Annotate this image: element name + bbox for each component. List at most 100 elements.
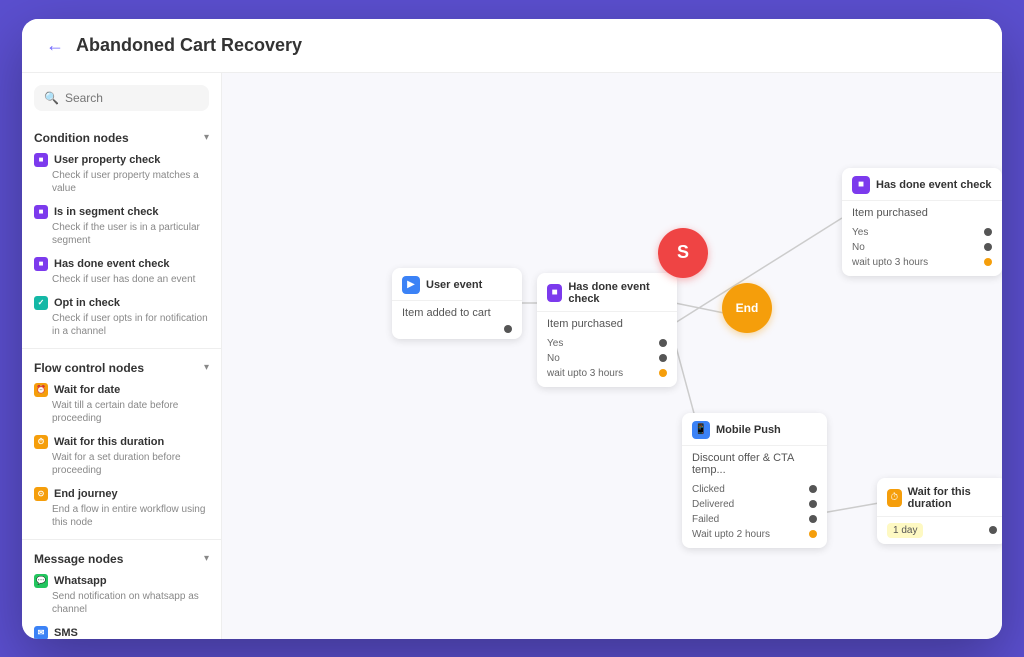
dot-wait-dur <box>989 526 997 534</box>
node-wait-date[interactable]: ⏰ Wait for date Wait till a certain date… <box>22 379 221 431</box>
dot-no-1 <box>659 354 667 362</box>
whatsapp-icon: 💬 <box>34 574 48 588</box>
sms-icon: ✉ <box>34 626 48 639</box>
flow-control-chevron: ▾ <box>204 362 209 373</box>
has-done-event-1-value: Item purchased <box>547 318 667 330</box>
row-wait-push: Wait upto 2 hours <box>692 529 770 540</box>
user-property-desc: Check if user property matches a value <box>34 169 209 195</box>
row-failed: Failed <box>692 514 719 525</box>
end-journey-desc: End a flow in entire workflow using this… <box>34 503 209 529</box>
flow-control-label: Flow control nodes <box>34 361 144 375</box>
node-user-property[interactable]: ■ User property check Check if user prop… <box>22 149 221 201</box>
segment-check-label: Is in segment check <box>54 206 159 218</box>
message-nodes-chevron: ▾ <box>204 553 209 564</box>
dot-wait-2 <box>984 258 992 266</box>
segment-check-icon: ■ <box>34 205 48 219</box>
end-node-1-label: End <box>736 301 759 315</box>
segment-check-desc: Check if the user is in a particular seg… <box>34 221 209 247</box>
wait-duration-canvas-title: Wait for this duration <box>908 486 997 510</box>
dot-no-2 <box>984 243 992 251</box>
whatsapp-label: Whatsapp <box>54 575 107 587</box>
mobile-push-icon: 📱 <box>692 421 710 439</box>
node-whatsapp[interactable]: 💬 Whatsapp Send notification on whatsapp… <box>22 570 221 622</box>
has-done-event-desc: Check if user has done an event <box>34 273 209 286</box>
row-yes-1: Yes <box>547 338 563 349</box>
has-done-event-2-value: Item purchased <box>852 207 992 219</box>
has-done-event-2-title: Has done event check <box>876 179 992 191</box>
dot-wait-1 <box>659 369 667 377</box>
condition-nodes-section[interactable]: Condition nodes ▾ <box>22 123 221 149</box>
dot-wait-push <box>809 530 817 538</box>
back-button[interactable]: ← <box>46 35 64 56</box>
node-opt-in[interactable]: ✓ Opt in check Check if user opts in for… <box>22 292 221 344</box>
dot-clicked <box>809 485 817 493</box>
row-no-2: No <box>852 242 865 253</box>
wait-duration-label: Wait for this duration <box>54 436 164 448</box>
condition-nodes-chevron: ▾ <box>204 132 209 143</box>
node-end-journey[interactable]: ⊙ End journey End a flow in entire workf… <box>22 483 221 535</box>
opt-in-desc: Check if user opts in for notification i… <box>34 312 209 338</box>
node-wait-duration[interactable]: ⏱ Wait for this duration Wait for a set … <box>22 431 221 483</box>
condition-nodes-label: Condition nodes <box>34 131 129 145</box>
mobile-push-title: Mobile Push <box>716 424 781 436</box>
has-done-event-1-icon: ■ <box>547 284 562 302</box>
wait-date-icon: ⏰ <box>34 383 48 397</box>
dot-failed <box>809 515 817 523</box>
row-delivered: Delivered <box>692 499 734 510</box>
whatsapp-desc: Send notification on whatsapp as channel <box>34 590 209 616</box>
wait-duration-icon: ⏱ <box>34 435 48 449</box>
row-clicked: Clicked <box>692 484 725 495</box>
message-nodes-section[interactable]: Message nodes ▾ <box>22 544 221 570</box>
node-has-done-event[interactable]: ■ Has done event check Check if user has… <box>22 253 221 292</box>
user-event-node-title: User event <box>426 279 482 291</box>
row-wait-1: wait upto 3 hours <box>547 368 623 379</box>
dot-delivered <box>809 500 817 508</box>
search-box[interactable]: 🔍 <box>34 85 209 111</box>
start-node[interactable]: S <box>658 228 708 278</box>
wait-duration-canvas-icon: ⏱ <box>887 489 902 507</box>
user-event-node-icon: ▶ <box>402 276 420 294</box>
wait-duration-desc: Wait for a set duration before proceedin… <box>34 451 209 477</box>
start-label: S <box>677 242 689 263</box>
dot-yes-1 <box>659 339 667 347</box>
header: ← Abandoned Cart Recovery <box>22 19 1002 73</box>
main-layout: 🔍 Condition nodes ▾ ■ User property chec… <box>22 73 1002 639</box>
sidebar: 🔍 Condition nodes ▾ ■ User property chec… <box>22 73 222 639</box>
flow-control-section[interactable]: Flow control nodes ▾ <box>22 353 221 379</box>
app-container: ← Abandoned Cart Recovery 🔍 Condition no… <box>22 19 1002 639</box>
mobile-push-value: Discount offer & CTA temp... <box>692 452 817 476</box>
end-journey-label: End journey <box>54 488 118 500</box>
opt-in-label: Opt in check <box>54 297 120 309</box>
user-event-dot <box>504 325 512 333</box>
has-done-event-label: Has done event check <box>54 258 170 270</box>
has-done-event-2-icon: ■ <box>852 176 870 194</box>
user-property-icon: ■ <box>34 153 48 167</box>
has-done-event-node-1[interactable]: ■ Has done event check Item purchased Ye… <box>537 273 677 387</box>
end-node-1[interactable]: End <box>722 283 772 333</box>
has-done-event-1-title: Has done event check <box>568 281 667 305</box>
wait-duration-value: 1 day <box>887 523 923 538</box>
end-journey-icon: ⊙ <box>34 487 48 501</box>
message-nodes-label: Message nodes <box>34 552 123 566</box>
has-done-event-node-2[interactable]: ■ Has done event check Item purchased Ye… <box>842 168 1002 276</box>
opt-in-icon: ✓ <box>34 296 48 310</box>
search-icon: 🔍 <box>44 91 59 105</box>
wait-date-desc: Wait till a certain date before proceedi… <box>34 399 209 425</box>
wait-date-label: Wait for date <box>54 384 120 396</box>
has-done-event-icon: ■ <box>34 257 48 271</box>
canvas: ▶ User event Item added to cart ■ Has do… <box>222 73 1002 639</box>
page-title: Abandoned Cart Recovery <box>76 35 302 56</box>
node-sms[interactable]: ✉ SMS Send notification on SMS as channe… <box>22 622 221 639</box>
user-event-node[interactable]: ▶ User event Item added to cart <box>392 268 522 339</box>
wait-duration-node[interactable]: ⏱ Wait for this duration 1 day <box>877 478 1002 544</box>
sms-label: SMS <box>54 627 78 639</box>
search-input[interactable] <box>65 91 199 105</box>
row-wait-2: wait upto 3 hours <box>852 257 928 268</box>
user-property-label: User property check <box>54 154 160 166</box>
node-segment-check[interactable]: ■ Is in segment check Check if the user … <box>22 201 221 253</box>
row-yes-2: Yes <box>852 227 868 238</box>
row-no-1: No <box>547 353 560 364</box>
mobile-push-node[interactable]: 📱 Mobile Push Discount offer & CTA temp.… <box>682 413 827 548</box>
dot-yes-2 <box>984 228 992 236</box>
user-event-node-value: Item added to cart <box>402 307 512 319</box>
